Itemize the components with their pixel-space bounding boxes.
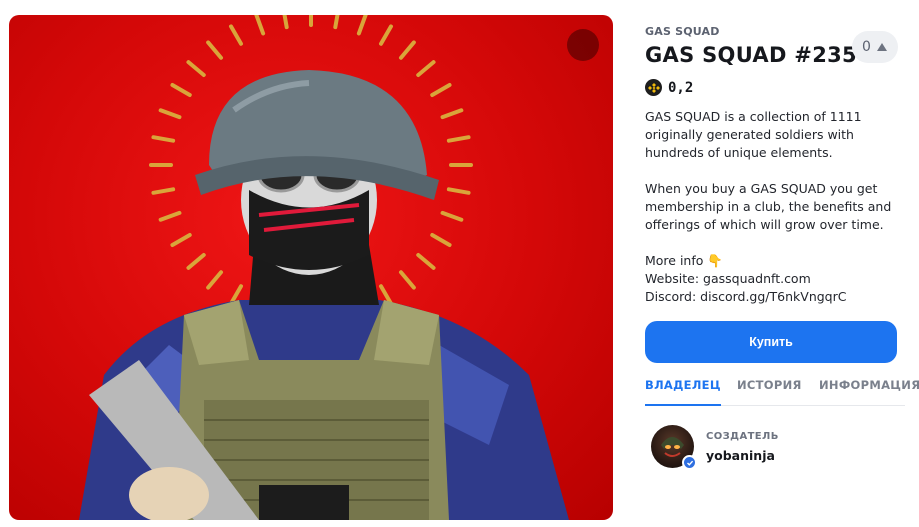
bullet — [149, 163, 173, 167]
bullet — [416, 60, 436, 78]
tab-owner[interactable]: ВЛАДЕЛЕЦ — [645, 378, 721, 406]
description: GAS SQUAD is a collection of 1111 origin… — [645, 108, 907, 306]
expand-button[interactable] — [567, 29, 599, 61]
creator-role: СОЗДАТЕЛЬ — [706, 430, 779, 442]
bullet — [416, 252, 436, 270]
bullet — [158, 108, 182, 120]
bullet — [206, 270, 224, 290]
bullet — [228, 24, 243, 46]
bullet — [170, 83, 192, 97]
bnb-coin-icon — [645, 79, 662, 96]
description-paragraph: GAS SQUAD is a collection of 1111 origin… — [645, 109, 862, 160]
bullet — [186, 252, 206, 270]
avatar[interactable] — [651, 425, 697, 470]
price: 0,2 — [645, 79, 693, 96]
description-paragraph: When you buy a GAS SQUAD you get members… — [645, 181, 892, 232]
bullet — [446, 187, 471, 195]
bullet — [151, 135, 176, 143]
triangle-up-icon — [876, 43, 887, 51]
bullet — [309, 15, 313, 27]
bullet — [206, 40, 224, 60]
bullet — [398, 270, 416, 290]
bullet — [281, 15, 289, 30]
tab-info[interactable]: ИНФОРМАЦИЯ — [819, 378, 919, 406]
bullet — [446, 135, 471, 143]
nft-artwork[interactable] — [9, 15, 613, 520]
bullet — [356, 15, 368, 36]
bullet — [440, 108, 464, 120]
price-value: 0,2 — [668, 79, 694, 96]
bullet — [430, 233, 452, 247]
soldier-illustration — [79, 15, 569, 520]
bullet — [379, 24, 393, 46]
tab-history[interactable]: ИСТОРИЯ — [737, 378, 802, 406]
website-link[interactable]: Website: gassquadnft.com — [645, 270, 907, 288]
bullet — [170, 233, 192, 247]
expand-icon — [567, 29, 613, 520]
buy-button[interactable]: Купить — [645, 321, 897, 363]
bullet — [398, 40, 416, 60]
bullet — [430, 83, 452, 97]
bullet — [158, 210, 182, 222]
bullet — [151, 187, 176, 195]
collection-name[interactable]: GAS SQUAD — [645, 25, 720, 38]
discord-link[interactable]: Discord: discord.gg/T6nkVngqrC — [645, 288, 907, 306]
tab-bar: ВЛАДЕЛЕЦ ИСТОРИЯ ИНФОРМАЦИЯ — [645, 378, 919, 406]
like-count: 0 — [862, 39, 871, 55]
bullet — [440, 210, 464, 222]
bullet — [449, 163, 473, 167]
more-info-label: More info 👇 — [645, 253, 723, 268]
bullet — [254, 15, 266, 36]
bullet — [186, 60, 206, 78]
creator-card[interactable]: СОЗДАТЕЛЬ yobaninja — [651, 425, 779, 470]
verified-badge-icon — [682, 455, 697, 470]
like-button[interactable]: 0 — [852, 31, 898, 63]
nft-title: GAS SQUAD #235 — [645, 43, 857, 67]
creator-name[interactable]: yobaninja — [706, 448, 779, 463]
bullet — [333, 15, 341, 30]
